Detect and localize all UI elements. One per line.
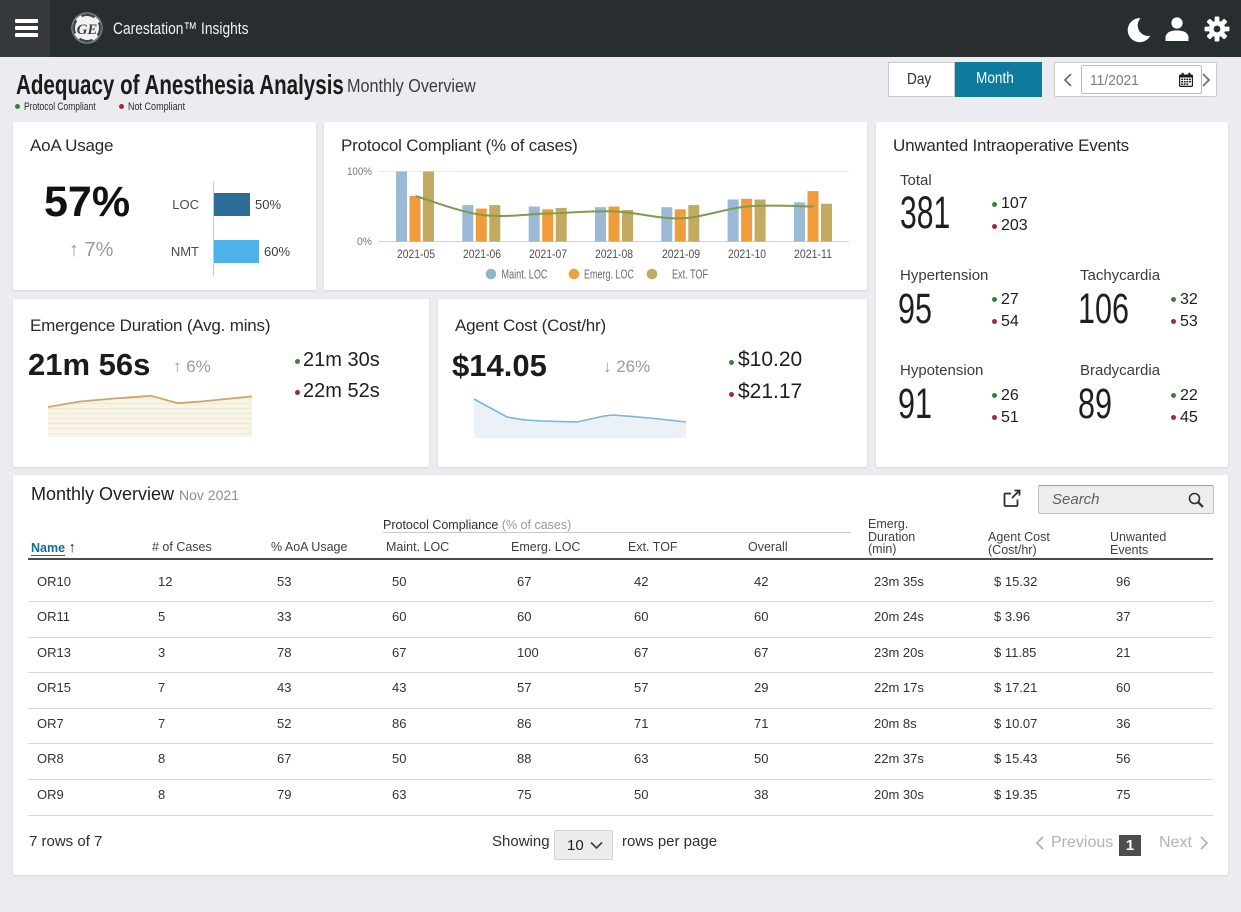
svg-text:LOC: LOC	[172, 197, 199, 212]
svg-text:GE: GE	[77, 22, 98, 38]
svg-text:2021-05: 2021-05	[397, 247, 435, 261]
svg-text:50%: 50%	[255, 197, 281, 212]
svg-text:NMT: NMT	[171, 244, 199, 259]
svg-text:Emerg. LOC: Emerg. LOC	[584, 268, 634, 282]
svg-text:2021-09: 2021-09	[662, 247, 700, 261]
svg-text:0%: 0%	[357, 236, 372, 248]
svg-text:2021-08: 2021-08	[595, 247, 633, 261]
svg-text:60%: 60%	[264, 244, 290, 259]
svg-text:2021-06: 2021-06	[463, 247, 501, 261]
svg-text:2021-07: 2021-07	[529, 247, 567, 261]
svg-text:100%: 100%	[347, 166, 372, 178]
svg-text:Maint. LOC: Maint. LOC	[502, 268, 548, 282]
svg-text:Ext. TOF: Ext. TOF	[672, 268, 708, 282]
svg-text:2021-11: 2021-11	[794, 247, 832, 261]
svg-text:2021-10: 2021-10	[728, 247, 766, 261]
